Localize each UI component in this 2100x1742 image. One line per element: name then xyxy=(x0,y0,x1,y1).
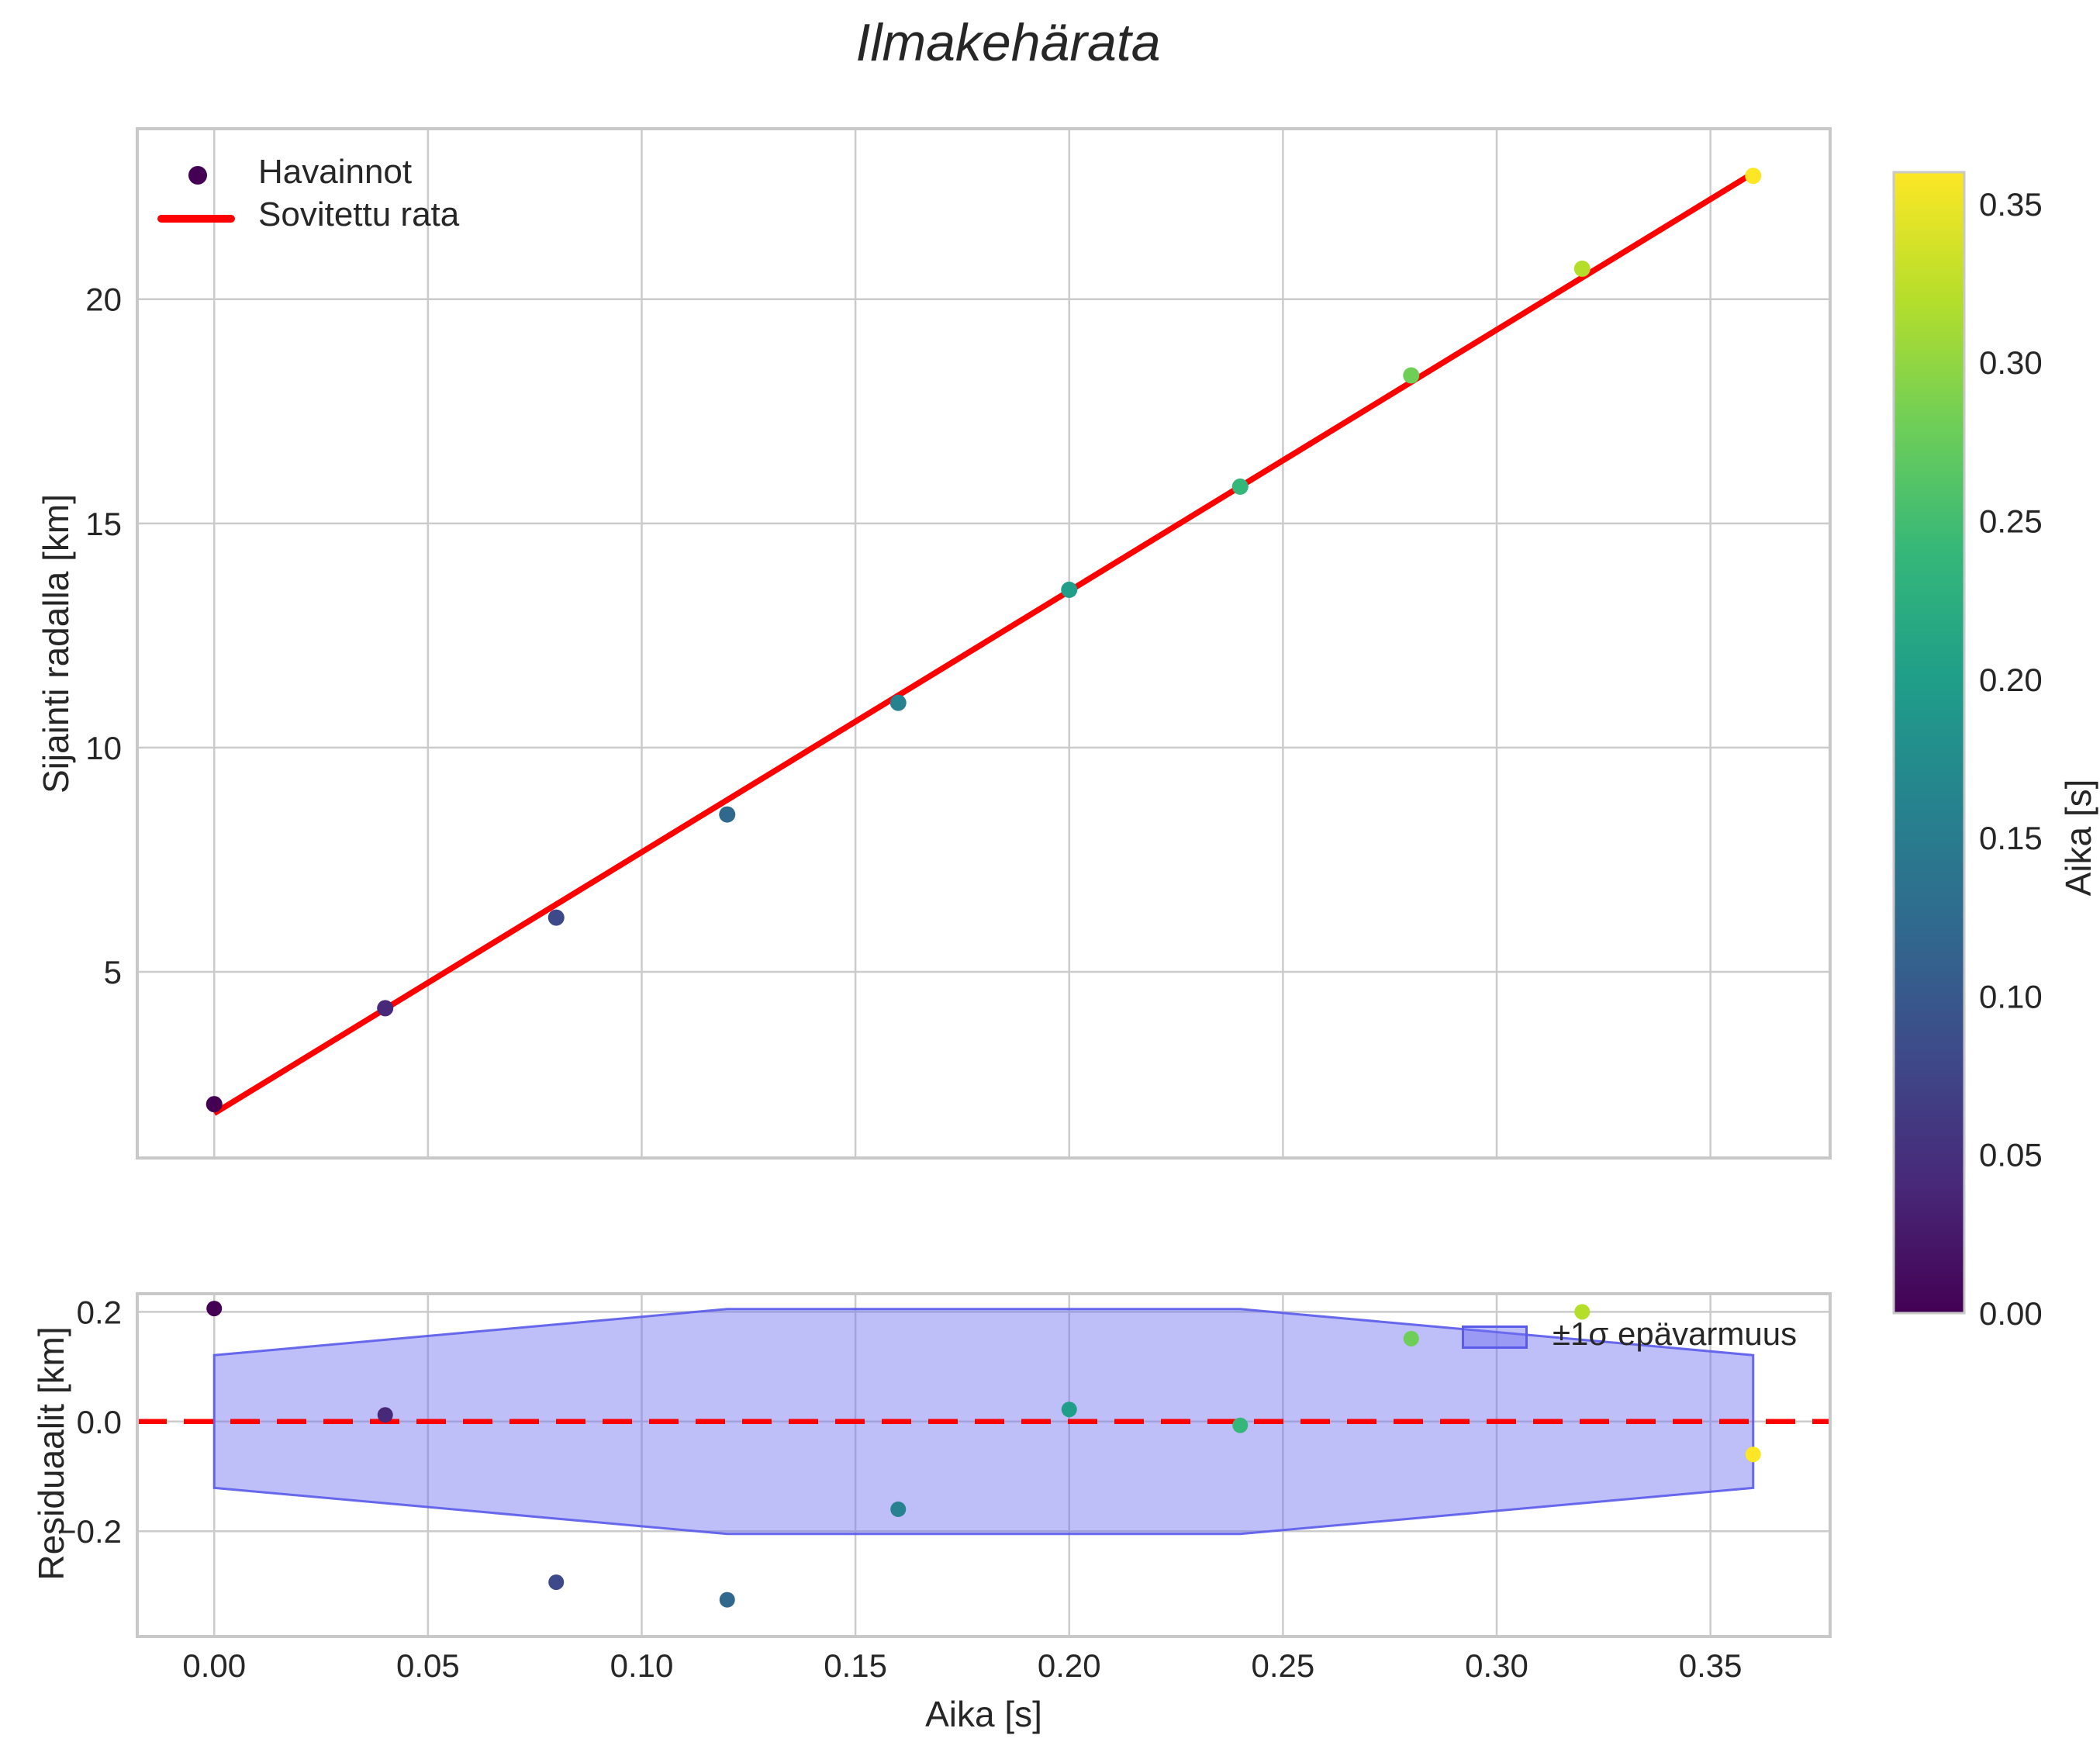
observation-point xyxy=(548,910,565,926)
x-tick-label: 0.25 xyxy=(1252,1647,1315,1684)
residual-point xyxy=(890,1502,906,1517)
residual-point xyxy=(206,1301,222,1316)
y-tick-label: 5 xyxy=(104,954,122,990)
y-axis-label-position: Sijainti radalla [km] xyxy=(37,494,74,793)
legend-observations-label: Havainnot xyxy=(258,154,412,190)
observation-point xyxy=(719,807,735,823)
residual-point xyxy=(1062,1402,1077,1417)
observation-point xyxy=(1745,168,1761,184)
colorbar-label: Aika [s] xyxy=(2060,779,2097,897)
colorbar-tick-label: 0.00 xyxy=(1979,1295,2043,1332)
y-tick-label: 0.2 xyxy=(77,1294,122,1330)
observation-point xyxy=(1232,479,1249,495)
observation-point xyxy=(1403,368,1419,384)
x-axis-label-time: Aika [s] xyxy=(137,1695,1830,1733)
colorbar-tick-label: 0.30 xyxy=(1979,344,2043,381)
x-tick-label: 0.05 xyxy=(396,1647,460,1684)
y-axis-label-residuals: Residuaalit [km] xyxy=(33,1326,70,1580)
residual-point xyxy=(1232,1418,1248,1433)
colorbar-tick-label: 0.20 xyxy=(1979,662,2043,698)
figure: 51015200.20.0−0.20.000.050.100.150.200.2… xyxy=(0,0,2100,1742)
y-tick-label: 0.0 xyxy=(77,1404,122,1440)
trajectory-axes: 5 10 15 20 xyxy=(85,129,1830,1158)
x-tick-label: 0.20 xyxy=(1038,1647,1101,1684)
colorbar: 0.00 0.05 0.10 0.15 0.20 0.25 0.30 0.35 xyxy=(1894,172,2043,1332)
observation-point xyxy=(1574,261,1591,277)
residual-point xyxy=(720,1592,735,1608)
colorbar-tick-label: 0.25 xyxy=(1979,503,2043,539)
colorbar-tick-label: 0.15 xyxy=(1979,820,2043,856)
legend-fitted-line-icon xyxy=(157,215,235,223)
residual-point xyxy=(1746,1446,1761,1462)
colorbar-tick-label: 0.35 xyxy=(1979,186,2043,223)
x-tick-label: 0.00 xyxy=(182,1647,246,1684)
observation-point xyxy=(1061,582,1077,598)
x-tick-label: 0.30 xyxy=(1465,1647,1528,1684)
observation-point xyxy=(206,1096,223,1112)
observation-point xyxy=(890,695,907,711)
residual-point xyxy=(378,1407,393,1422)
y-tick-label: 20 xyxy=(85,282,122,318)
y-tick-label: 10 xyxy=(85,730,122,766)
y-tick-label: 15 xyxy=(85,506,122,542)
residual-point xyxy=(1404,1331,1419,1346)
legend-uncertainty-band-label: ±1σ epävarmuus xyxy=(1553,1317,1797,1351)
colorbar-tick-label: 0.10 xyxy=(1979,978,2043,1014)
chart-title: Ilmakehärata xyxy=(0,16,2016,71)
observation-point xyxy=(377,1000,393,1016)
chart-canvas: 51015200.20.0−0.20.000.050.100.150.200.2… xyxy=(0,0,2100,1742)
legend-uncertainty-band-icon xyxy=(1462,1326,1528,1349)
x-tick-label: 0.10 xyxy=(610,1647,674,1684)
residual-point xyxy=(548,1574,564,1590)
colorbar-gradient xyxy=(1894,172,1964,1313)
x-tick-label: 0.15 xyxy=(824,1647,887,1684)
legend-observations-marker-icon xyxy=(188,166,207,185)
residuals-axes: 0.20.0−0.20.000.050.100.150.200.250.300.… xyxy=(57,1294,1830,1684)
x-tick-label: 0.35 xyxy=(1679,1647,1743,1684)
colorbar-tick-label: 0.05 xyxy=(1979,1137,2043,1173)
legend-fitted-line-label: Sovitettu rata xyxy=(258,197,459,233)
